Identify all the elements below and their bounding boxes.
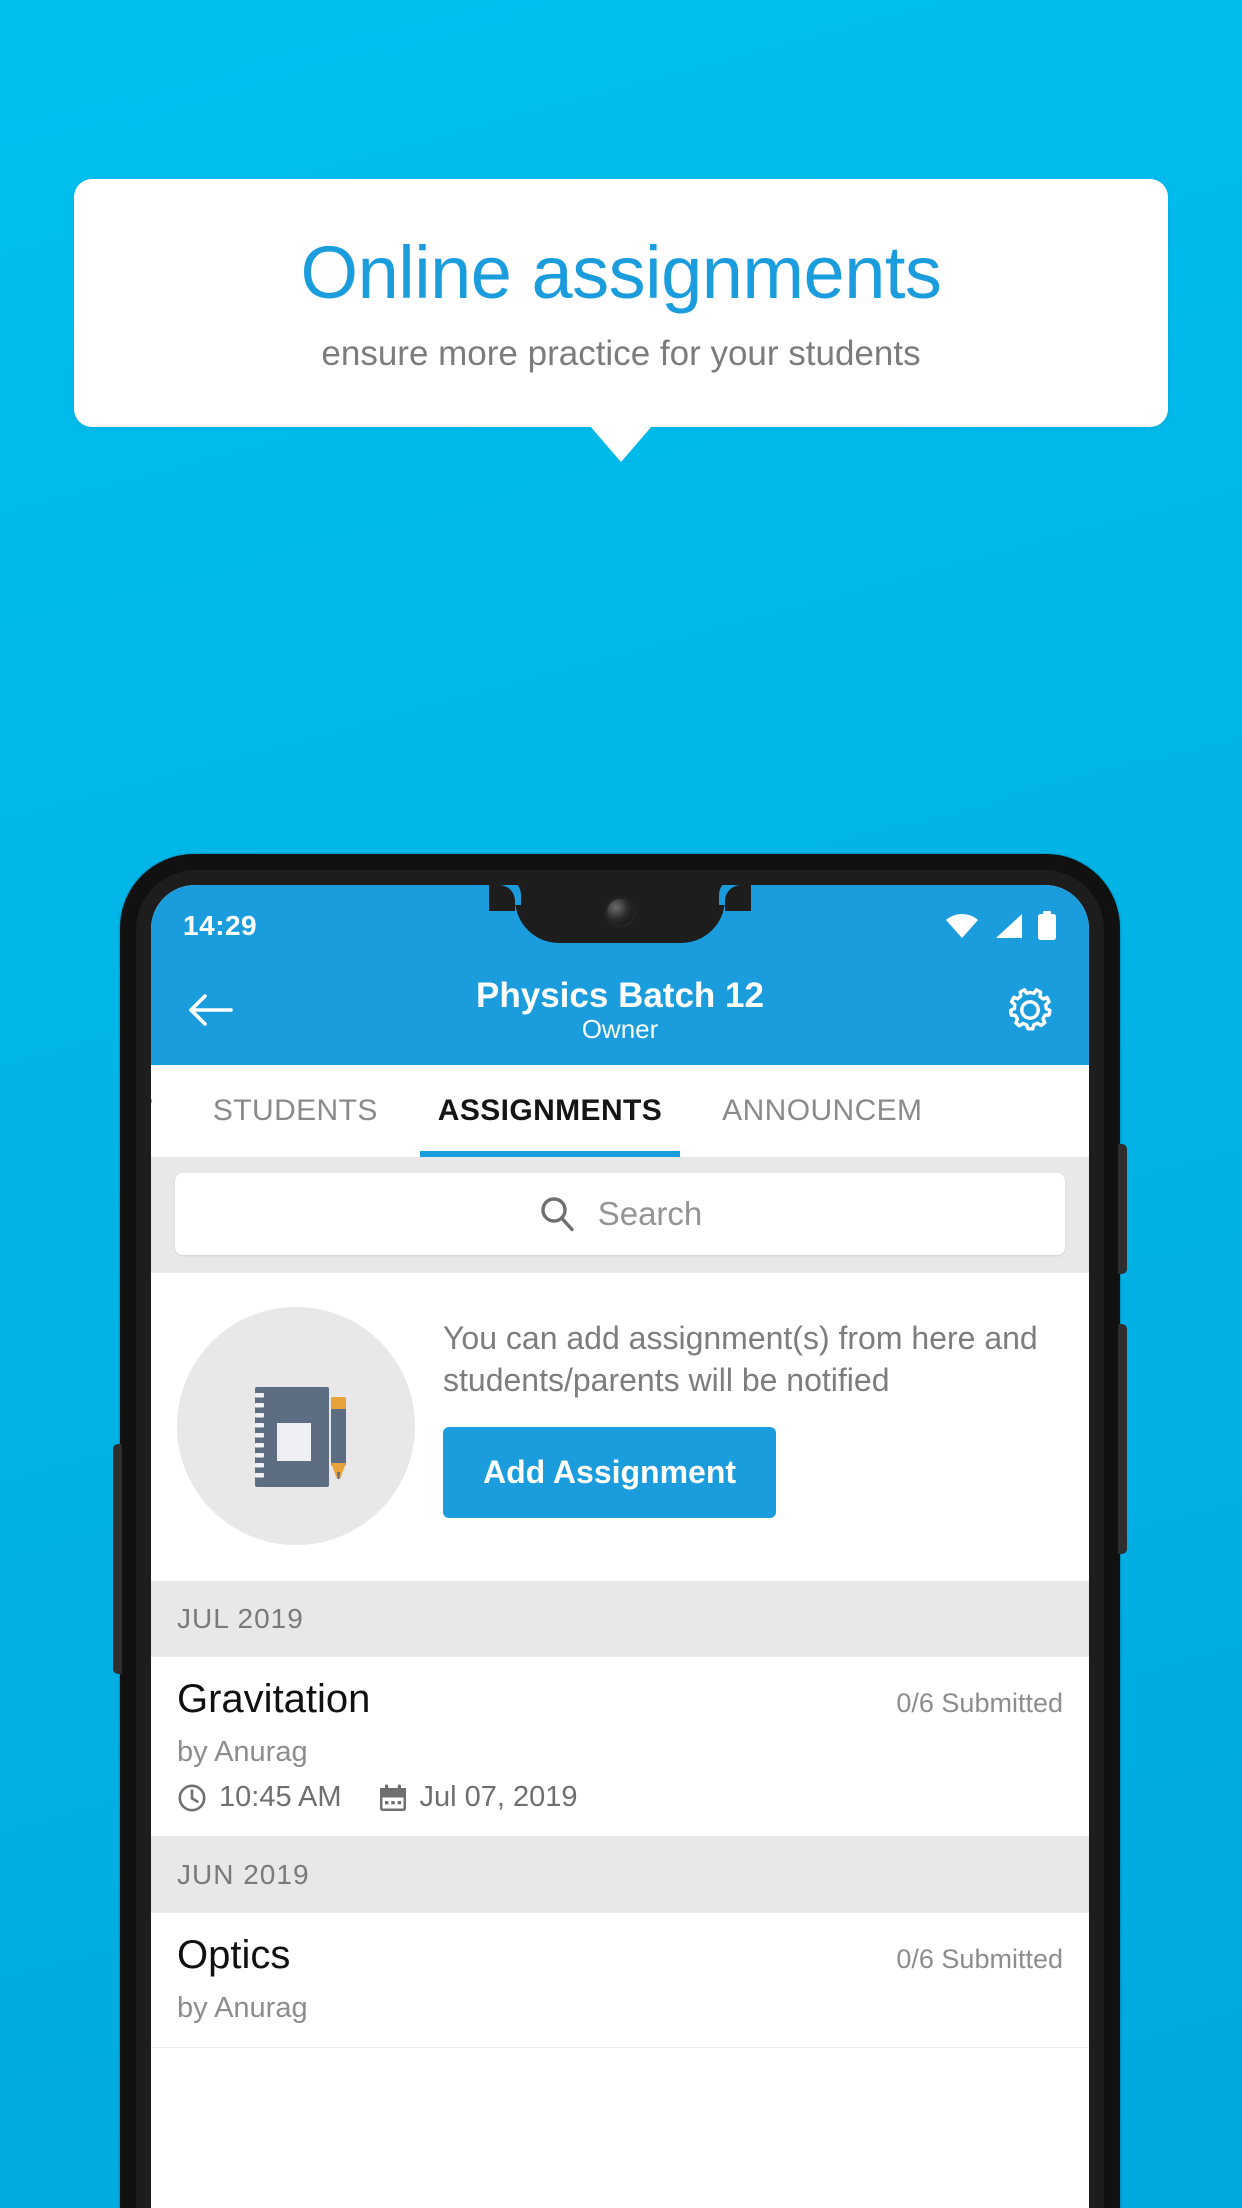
promo-callout-card: Online assignments ensure more practice …	[74, 179, 1168, 427]
promo-stage: Online assignments ensure more practice …	[0, 0, 1242, 2208]
assignment-author: by Anurag	[177, 1736, 308, 1768]
promo-subtitle: ensure more practice for your students	[321, 333, 921, 373]
app-bar: Physics Batch 12 Owner	[151, 955, 1089, 1065]
month-header: JUL 2019	[151, 1581, 1089, 1657]
search-input[interactable]: Search	[175, 1173, 1065, 1255]
assignment-row-top: Gravitation 0/6 Submitted	[177, 1677, 1063, 1722]
front-camera-icon	[607, 899, 633, 925]
page-title: Physics Batch 12	[476, 975, 764, 1015]
page-subtitle: Owner	[581, 1014, 659, 1045]
tab-bar: IEW STUDENTS ASSIGNMENTS ANNOUNCEM	[151, 1065, 1089, 1157]
search-zone: Search	[151, 1157, 1089, 1273]
phone-button-volume[interactable]	[1118, 1144, 1127, 1274]
assignment-meta: 10:45 AM Jul 07, 2019	[177, 1781, 1063, 1814]
tab-students[interactable]: STUDENTS	[183, 1065, 408, 1157]
promo-headline: Online assignments	[300, 230, 942, 314]
status-bar: 14:29	[151, 885, 1089, 955]
month-header: JUN 2019	[151, 1837, 1089, 1913]
add-assignment-button[interactable]: Add Assignment	[443, 1427, 777, 1519]
phone-screen: 14:29 Physics Batch 12 Owner STUDENTS AS…	[151, 885, 1089, 2208]
assignment-author: by Anurag	[177, 1992, 308, 2024]
settings-button[interactable]	[999, 979, 1061, 1041]
assignment-row[interactable]: Optics 0/6 Submitted by Anurag	[151, 1913, 1089, 2048]
assignment-time: 10:45 AM	[219, 1781, 342, 1813]
assignment-row[interactable]: Gravitation 0/6 Submitted by Anurag 10:4…	[151, 1657, 1089, 1837]
cellular-signal-icon	[993, 913, 1023, 939]
empty-state: You can add assignment(s) from here and …	[151, 1273, 1089, 1581]
status-bar-icons	[945, 899, 1057, 941]
phone-notch	[489, 885, 751, 943]
assignment-date: Jul 07, 2019	[419, 1781, 578, 1813]
calendar-icon	[379, 1784, 406, 1811]
status-bar-time: 14:29	[183, 910, 258, 941]
assignment-title: Gravitation	[177, 1677, 371, 1721]
phone-device: 14:29 Physics Batch 12 Owner STUDENTS AS…	[113, 854, 1127, 2208]
phone-button-power[interactable]	[1118, 1324, 1127, 1554]
search-icon	[541, 1197, 574, 1232]
phone-button-left[interactable]	[113, 1444, 122, 1674]
back-button[interactable]	[179, 979, 241, 1041]
assignment-title: Optics	[177, 1933, 291, 1977]
tab-overview[interactable]: IEW	[151, 1065, 183, 1157]
assignment-submitted-count: 0/6 Submitted	[896, 1688, 1063, 1718]
tab-announcements[interactable]: ANNOUNCEM	[692, 1065, 952, 1157]
wifi-icon	[945, 913, 979, 939]
gear-icon	[1008, 988, 1052, 1031]
notebook-and-pen-icon	[177, 1307, 415, 1545]
arrow-left-icon	[189, 994, 233, 1026]
tab-assignments[interactable]: ASSIGNMENTS	[408, 1065, 692, 1157]
search-placeholder: Search	[597, 1195, 703, 1232]
promo-callout-tail	[590, 426, 652, 462]
app-bar-titles: Physics Batch 12 Owner	[241, 976, 999, 1044]
battery-icon	[1037, 911, 1057, 941]
empty-state-text: You can add assignment(s) from here and …	[443, 1320, 1038, 1399]
assignment-row-top: Optics 0/6 Submitted	[177, 1933, 1063, 1978]
empty-state-content: You can add assignment(s) from here and …	[443, 1307, 1063, 1519]
clock-icon	[178, 1784, 206, 1811]
assignment-submitted-count: 0/6 Submitted	[896, 1944, 1063, 1974]
